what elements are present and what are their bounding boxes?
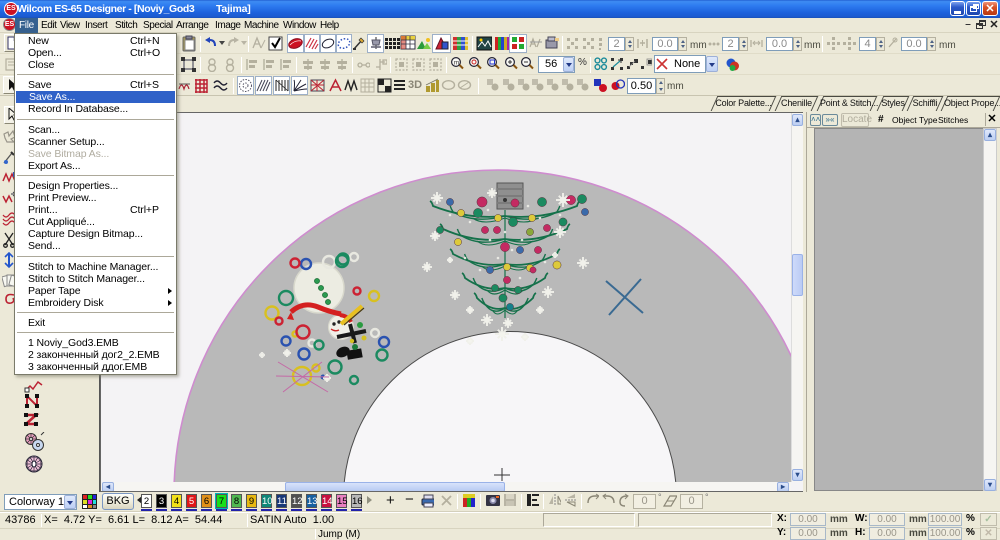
svg-text:m: m <box>454 60 459 67</box>
